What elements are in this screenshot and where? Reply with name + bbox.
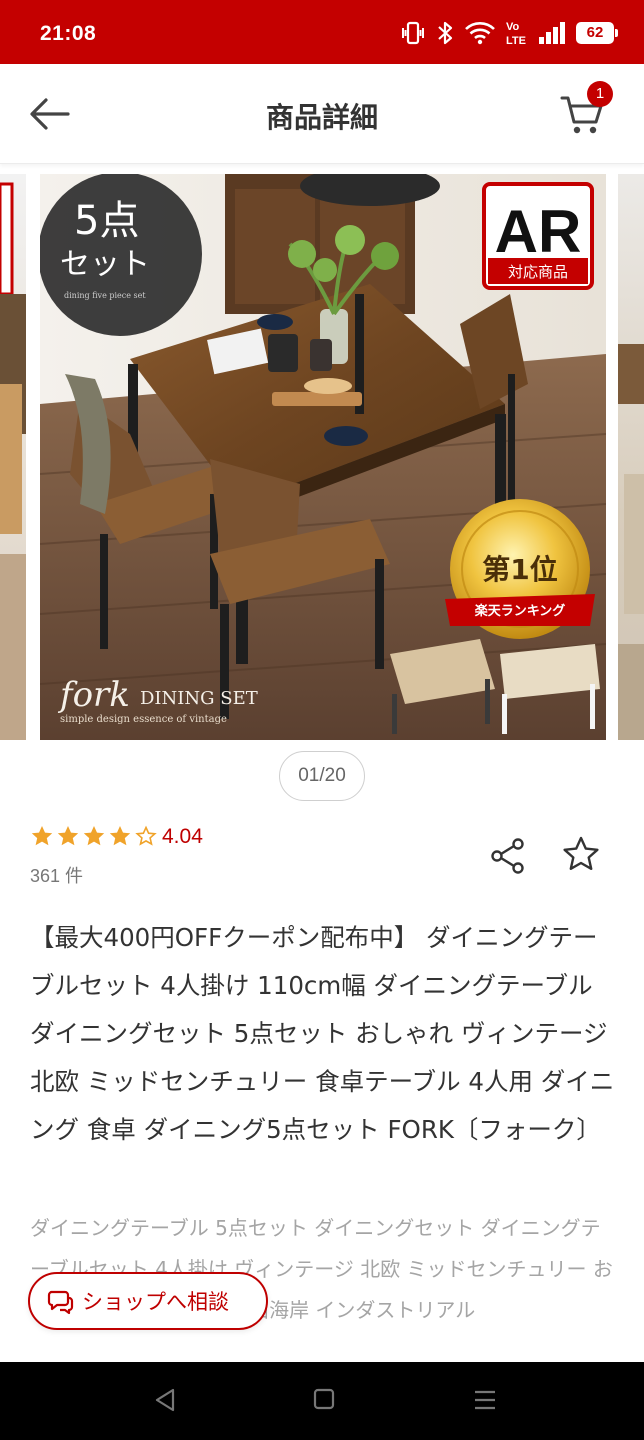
battery-indicator: 62 xyxy=(576,22,618,44)
rating-value: 4.04 xyxy=(162,825,203,848)
set-badge-line1: 5点 xyxy=(74,198,139,244)
next-image-art xyxy=(618,344,644,740)
status-icons: Vo LTE 62 xyxy=(400,18,618,48)
nav-back-icon[interactable] xyxy=(152,1386,178,1414)
star-filled-icon xyxy=(83,826,105,846)
shop-consult-label: ショップへ相談 xyxy=(82,1290,229,1314)
set-badge-caption: dining five piece set xyxy=(64,291,146,300)
bluetooth-icon xyxy=(438,21,453,45)
previous-image-preview[interactable] xyxy=(0,174,26,740)
award-rank-text: 第1位 xyxy=(482,553,557,586)
star-filled-icon xyxy=(31,826,53,846)
volte-icon: Vo LTE xyxy=(506,21,526,47)
nav-home-icon[interactable] xyxy=(312,1386,336,1412)
status-bar: 21:08 Vo LTE 62 xyxy=(0,0,644,64)
dining-set-photo: 5点 セット dining five piece set AR 対応商品 第1位… xyxy=(40,174,606,740)
shop-consult-button[interactable]: ショップへ相談 xyxy=(28,1272,268,1330)
brand-script: fork xyxy=(57,675,130,715)
ar-badge-text: AR xyxy=(495,198,582,265)
product-photo[interactable]: 5点 セット dining five piece set AR 対応商品 第1位… xyxy=(40,174,606,740)
set-badge-line2: セット xyxy=(60,247,150,282)
chat-icon xyxy=(47,1290,74,1315)
next-image-preview[interactable] xyxy=(618,174,644,740)
svg-text:Vo: Vo xyxy=(506,21,520,33)
brand-tagline: simple design essence of vintage xyxy=(60,714,227,725)
vibrate-icon xyxy=(402,21,424,45)
wifi-icon xyxy=(465,22,495,45)
share-icon xyxy=(491,838,524,874)
brand-name: DINING SET xyxy=(140,688,258,709)
award-ribbon-text: 楽天ランキング xyxy=(474,603,566,619)
cart-count-badge: 1 xyxy=(587,81,613,107)
status-time: 21:08 xyxy=(40,22,97,45)
ar-badge-caption: 対応商品 xyxy=(508,263,568,281)
rating-stars xyxy=(30,824,158,848)
review-count[interactable]: 361 件 xyxy=(30,862,83,888)
star-filled-icon xyxy=(57,826,79,846)
page-title: 商品詳細 xyxy=(265,101,378,134)
svg-text:LTE: LTE xyxy=(506,35,526,47)
system-nav-bar xyxy=(0,1362,644,1440)
star-empty-icon xyxy=(135,825,157,846)
product-title: 【最大400円OFFクーポン配布中】 ダイニングテーブルセット 4人掛け 110… xyxy=(30,923,615,1144)
app-bar: 商品詳細 xyxy=(0,64,644,164)
favorite-button[interactable] xyxy=(560,834,602,876)
star-outline-icon xyxy=(563,836,599,870)
image-carousel[interactable]: 5点 セット dining five piece set AR 対応商品 第1位… xyxy=(0,174,644,740)
signal-icon xyxy=(539,22,565,44)
share-button[interactable] xyxy=(488,836,528,876)
star-filled-icon xyxy=(109,826,131,846)
image-pager: 01/20 xyxy=(279,751,365,801)
nav-recents-icon[interactable] xyxy=(472,1388,498,1412)
previous-image-art xyxy=(0,182,26,740)
